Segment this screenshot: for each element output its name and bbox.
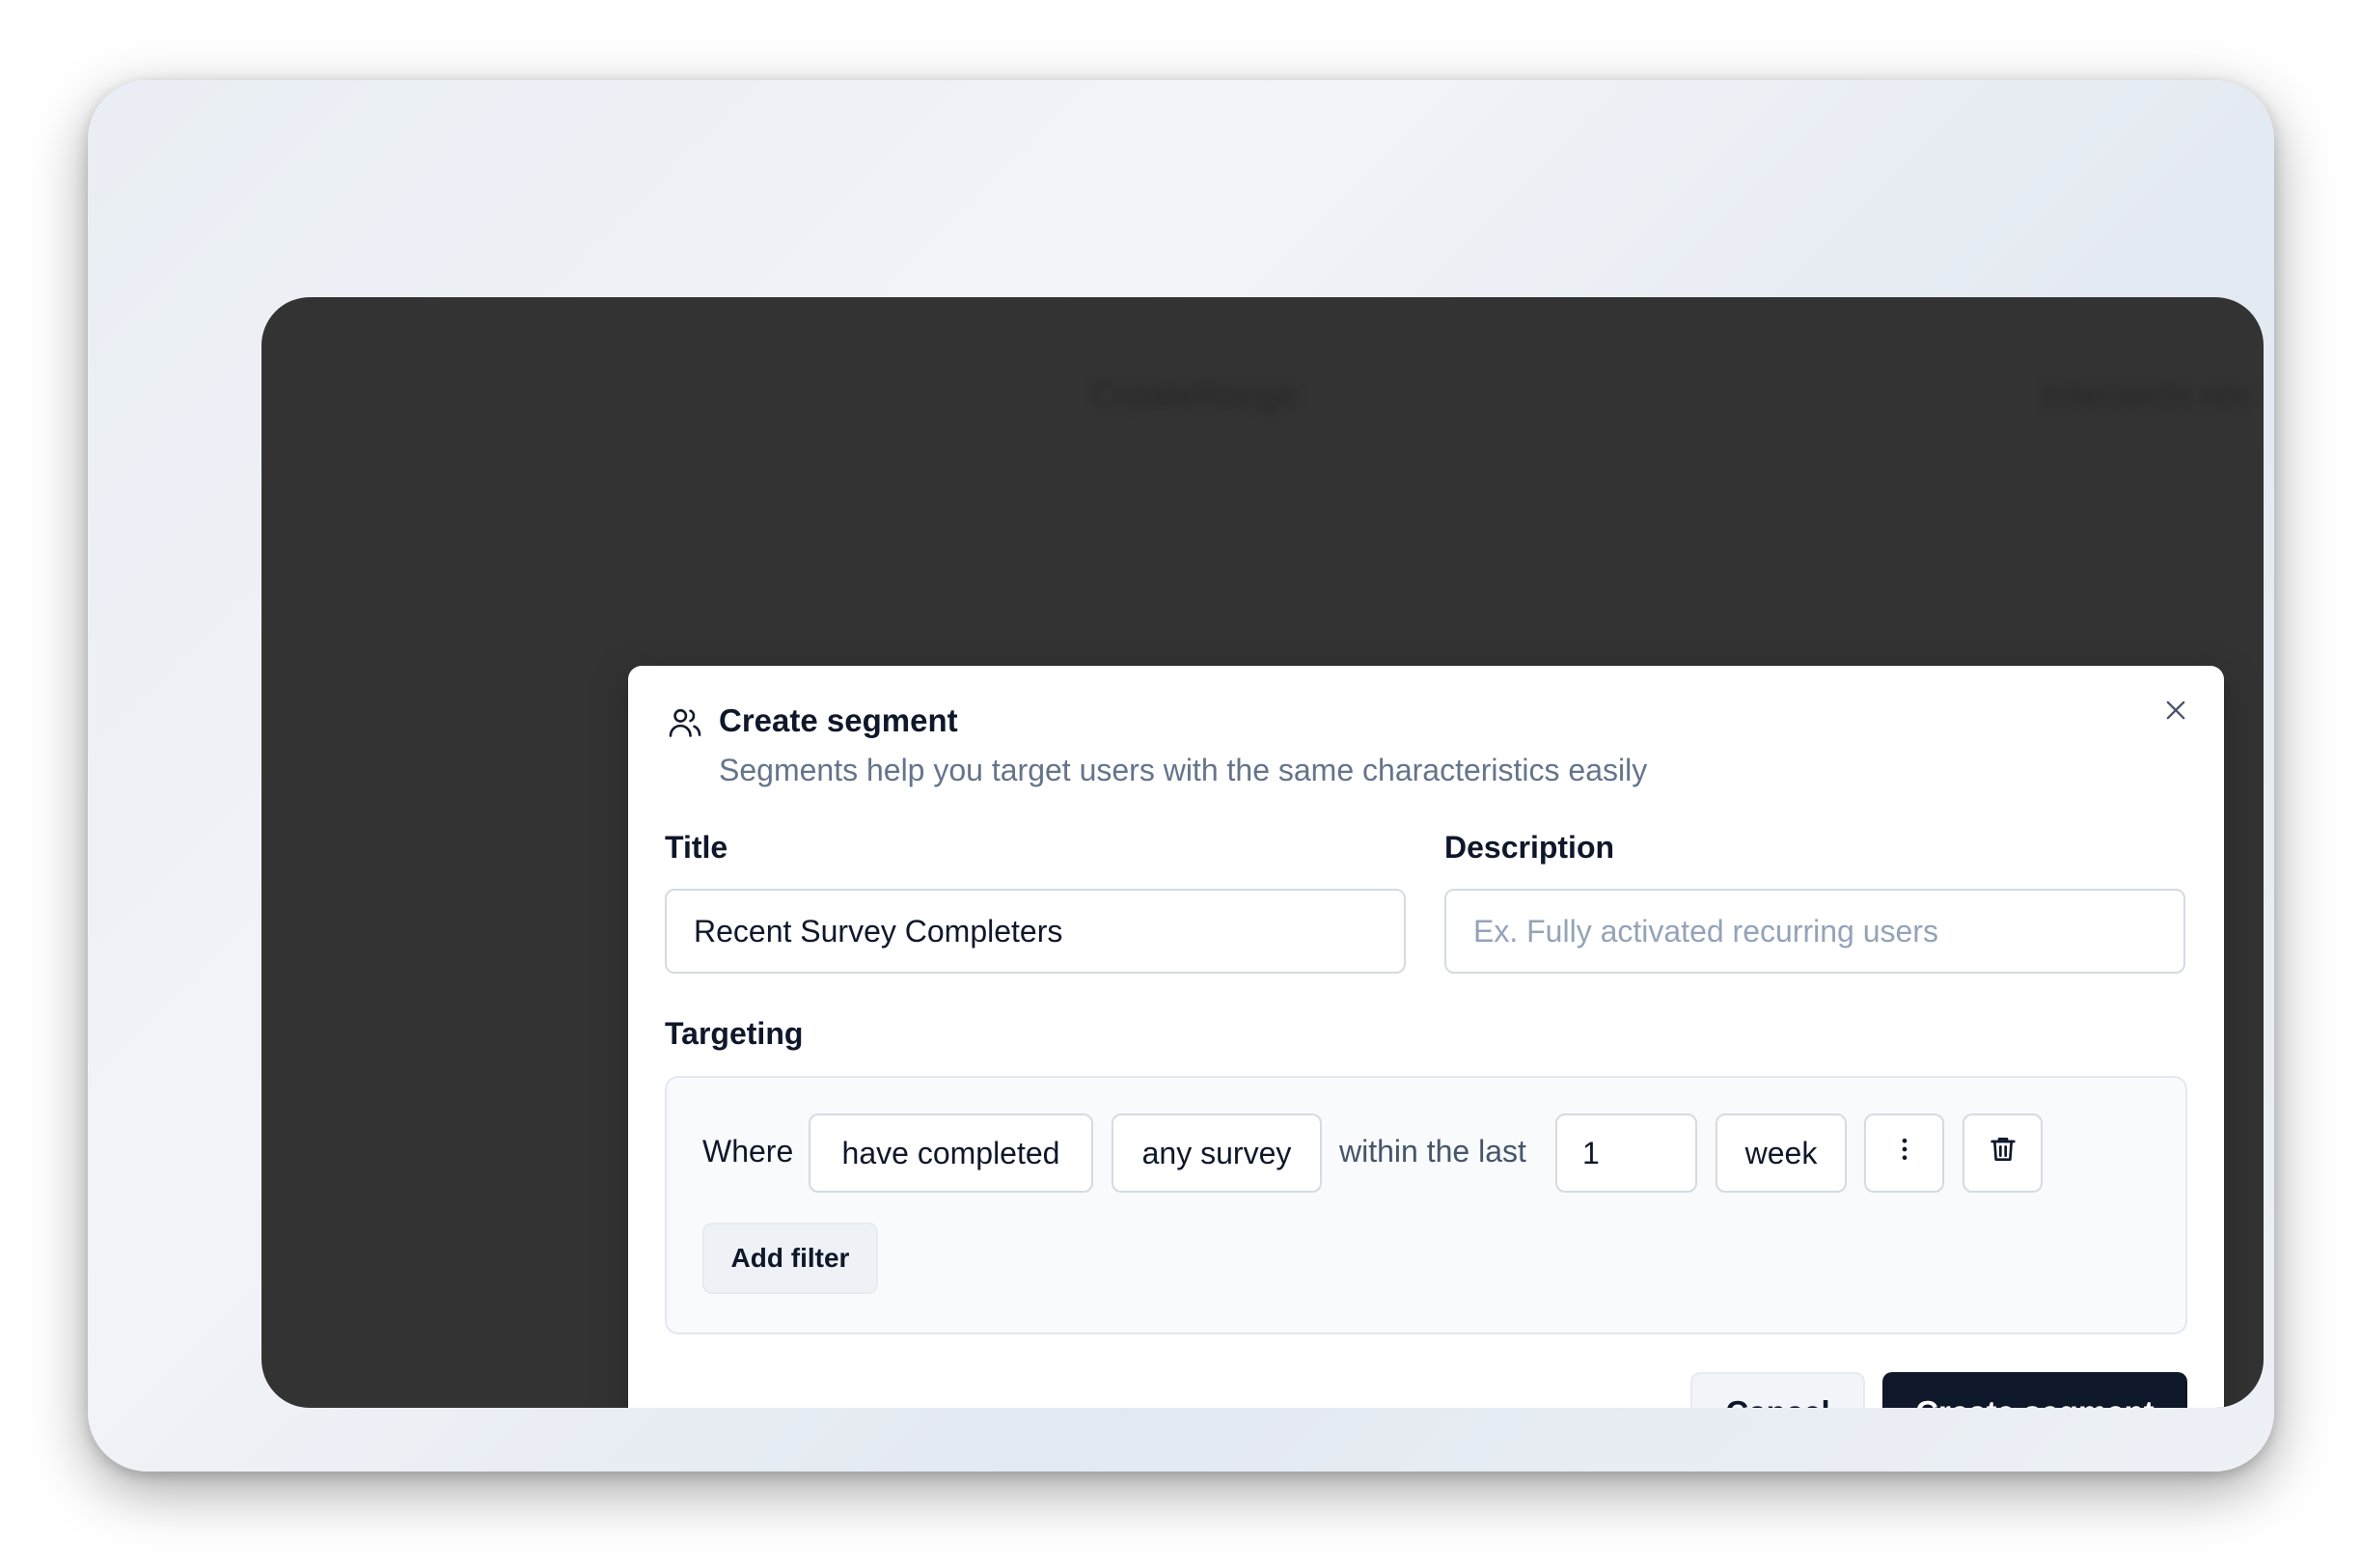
app-window-overlay: CreateRange Intersects rev Create segmen… [261,297,2264,1408]
add-filter-button[interactable]: Add filter [702,1223,878,1294]
close-button[interactable] [2158,695,2193,729]
amount-input[interactable]: 1 [1555,1114,1697,1193]
background-blurred-text: Intersects rev [2042,374,2251,414]
close-icon [2162,697,2189,729]
description-input[interactable] [1444,889,2185,974]
targeting-label: Targeting [665,1016,804,1051]
cancel-button[interactable]: Cancel [1690,1372,1865,1408]
users-icon [667,704,703,741]
screenshot-frame: CreateRange Intersects rev Create segmen… [88,80,2274,1472]
title-input[interactable] [665,889,1406,974]
within-label: within the last [1339,1134,1526,1169]
delete-filter-button[interactable] [1963,1114,2043,1193]
modal-title: Create segment [719,702,958,738]
title-label: Title [665,830,728,865]
more-vertical-icon [1890,1135,1919,1171]
unit-select[interactable]: week [1716,1114,1847,1193]
modal-subtitle: Segments help you target users with the … [719,753,1648,787]
trash-icon [1988,1134,2018,1172]
action-select[interactable]: have completed [809,1114,1093,1193]
background-blurred-text: CreateRange [1091,374,1299,414]
create-segment-modal: Create segment Segments help you target … [628,666,2224,1408]
filter-options-button[interactable] [1864,1114,1944,1193]
create-segment-button[interactable]: Create segment [1882,1372,2187,1408]
survey-select[interactable]: any survey [1112,1114,1322,1193]
description-label: Description [1444,830,1615,865]
where-label: Where [702,1134,794,1169]
targeting-panel: Where have completed any survey within t… [665,1076,2187,1334]
